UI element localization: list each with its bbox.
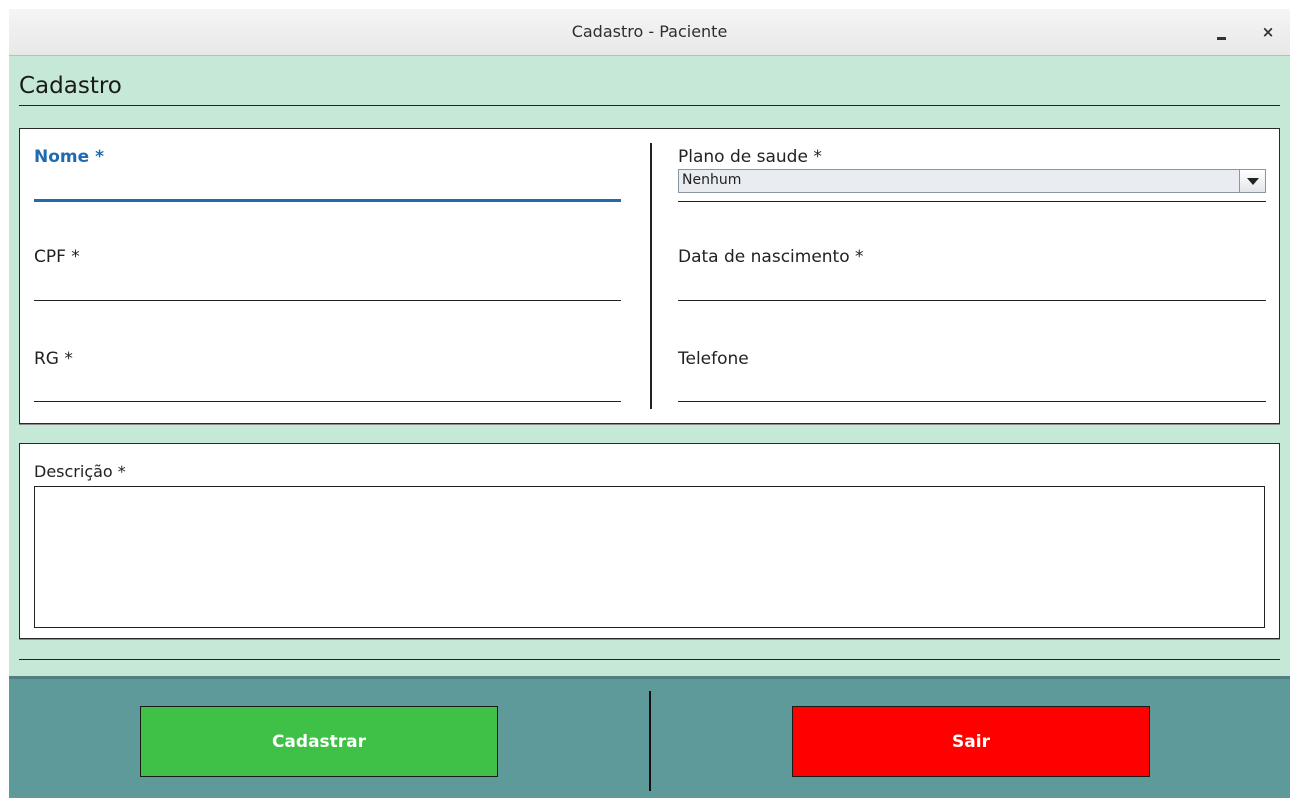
dropdown-button[interactable] <box>1239 170 1265 192</box>
cadastrar-button[interactable]: Cadastrar <box>140 706 498 777</box>
minimize-icon <box>1217 37 1226 40</box>
window-title: Cadastro - Paciente <box>571 22 728 41</box>
plano-label: Plano de saude * <box>678 147 822 167</box>
plano-selected-value: Nenhum <box>682 172 742 188</box>
descricao-panel: Descrição * <box>19 443 1280 639</box>
telefone-label: Telefone <box>678 349 749 369</box>
telefone-field[interactable] <box>678 376 1266 402</box>
action-bar: Cadastrar Sair <box>9 676 1290 798</box>
sair-button[interactable]: Sair <box>792 706 1150 777</box>
cadastro-window: Cadastro - Paciente × Cadastro Nome * CP… <box>9 9 1290 798</box>
cpf-label: CPF * <box>34 247 80 267</box>
descricao-label: Descrição * <box>34 462 126 481</box>
plano-underline <box>678 201 1266 202</box>
bottom-divider <box>19 659 1280 660</box>
chevron-down-icon <box>1247 178 1259 185</box>
patient-form-panel: Nome * CPF * RG * Plano de saude * Nenhu… <box>19 128 1280 424</box>
cpf-field[interactable] <box>34 275 621 301</box>
title-bar: Cadastro - Paciente × <box>9 9 1290 56</box>
descricao-textarea[interactable] <box>34 486 1265 628</box>
rg-field[interactable] <box>34 376 621 402</box>
close-icon: × <box>1261 23 1275 41</box>
nome-label: Nome * <box>34 147 104 167</box>
plano-select[interactable]: Nenhum <box>678 169 1266 193</box>
rg-label: RG * <box>34 349 73 369</box>
minimize-button[interactable] <box>1206 17 1236 47</box>
section-divider <box>19 105 1280 106</box>
close-button[interactable]: × <box>1253 17 1283 47</box>
column-divider <box>650 143 652 409</box>
nascimento-label: Data de nascimento * <box>678 247 864 267</box>
action-divider <box>649 691 651 791</box>
nome-field[interactable] <box>34 176 621 202</box>
nascimento-field[interactable] <box>678 275 1266 301</box>
section-title: Cadastro <box>19 73 122 99</box>
